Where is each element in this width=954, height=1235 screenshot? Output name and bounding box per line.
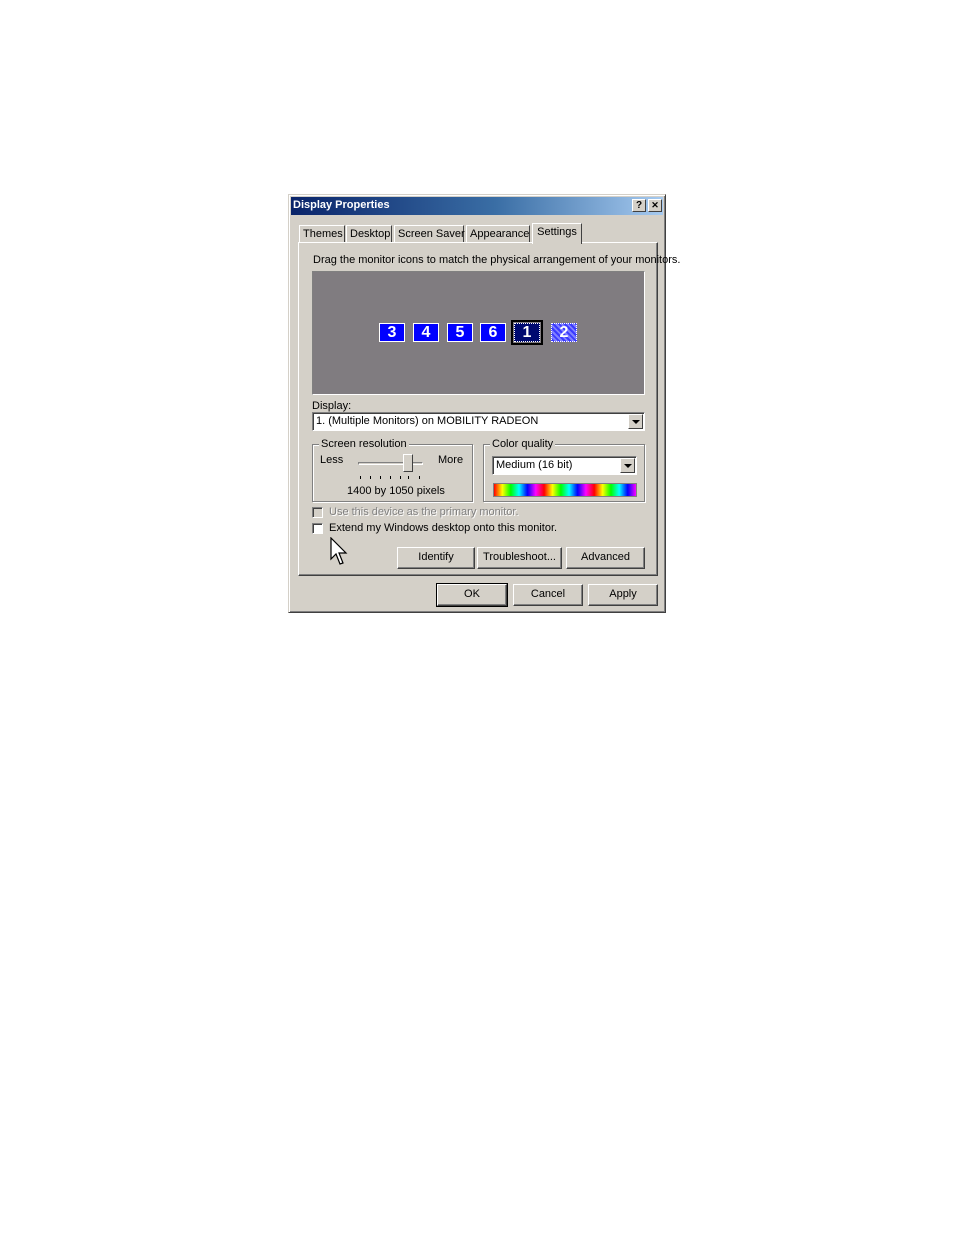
- color-quality-value: Medium (16 bit): [496, 459, 573, 471]
- slider-tick: [419, 476, 420, 479]
- chevron-down-icon[interactable]: [628, 414, 643, 429]
- troubleshoot-button[interactable]: Troubleshoot...: [477, 547, 562, 569]
- color-quality-group: Color quality Medium (16 bit): [483, 438, 645, 502]
- display-label: Display:: [312, 400, 352, 412]
- settings-panel: Drag the monitor icons to match the phys…: [298, 242, 680, 576]
- chevron-down-icon[interactable]: [620, 458, 635, 473]
- tab-settings[interactable]: Settings: [532, 223, 582, 244]
- help-button[interactable]: ?: [632, 199, 646, 212]
- tab-appearance[interactable]: Appearance: [466, 225, 530, 243]
- screen-resolution-group: Screen resolution Less More 1400 by 1050…: [312, 438, 473, 502]
- monitor-icon-3[interactable]: 3: [379, 323, 405, 342]
- tab-desktop[interactable]: Desktop: [346, 225, 392, 243]
- close-button[interactable]: ✕: [648, 199, 662, 212]
- slider-tick: [390, 476, 391, 479]
- cancel-button[interactable]: Cancel: [513, 584, 583, 606]
- resolution-slider-track[interactable]: [358, 462, 423, 465]
- monitor-icon-1[interactable]: 1: [511, 320, 543, 345]
- color-quality-select[interactable]: Medium (16 bit): [492, 456, 637, 475]
- display-select[interactable]: 1. (Multiple Monitors) on MOBILITY RADEO…: [312, 412, 645, 431]
- primary-monitor-label: Use this device as the primary monitor.: [329, 506, 519, 518]
- monitor-icon-5[interactable]: 5: [447, 323, 473, 342]
- monitor-icon-4[interactable]: 4: [413, 323, 439, 342]
- tab-screen-saver[interactable]: Screen Saver: [394, 225, 465, 243]
- extend-desktop-checkbox[interactable]: [312, 523, 323, 534]
- title-bar[interactable]: Display Properties ? ✕: [291, 197, 663, 215]
- dialog-title: Display Properties: [293, 199, 390, 211]
- slider-tick: [408, 476, 409, 479]
- screen-resolution-legend: Screen resolution: [319, 438, 409, 450]
- slider-tick: [360, 476, 361, 479]
- slider-tick: [380, 476, 381, 479]
- color-spectrum-bar: [493, 483, 637, 497]
- identify-button[interactable]: Identify: [397, 547, 475, 569]
- slider-tick: [400, 476, 401, 479]
- monitor-icon-2[interactable]: 2: [551, 323, 577, 342]
- apply-button[interactable]: Apply: [588, 584, 658, 606]
- primary-monitor-checkbox[interactable]: [312, 507, 323, 518]
- monitor-icon-6[interactable]: 6: [480, 323, 506, 342]
- resolution-slider-thumb[interactable]: [403, 454, 413, 472]
- display-select-value: 1. (Multiple Monitors) on MOBILITY RADEO…: [316, 415, 539, 427]
- close-icon: ✕: [651, 200, 659, 210]
- resolution-more-label: More: [438, 454, 464, 466]
- advanced-button[interactable]: Advanced: [566, 547, 645, 569]
- arrangement-instruction: Drag the monitor icons to match the phys…: [313, 254, 681, 266]
- resolution-value: 1400 by 1050 pixels: [347, 485, 445, 497]
- resolution-less-label: Less: [320, 454, 344, 466]
- monitor-arrangement-area: 3 4 5 6 1 2: [312, 271, 645, 395]
- ok-button[interactable]: OK: [436, 583, 508, 607]
- extend-desktop-label[interactable]: Extend my Windows desktop onto this moni…: [329, 522, 557, 534]
- color-quality-legend: Color quality: [490, 438, 556, 450]
- tab-themes[interactable]: Themes: [299, 225, 345, 243]
- slider-tick: [370, 476, 371, 479]
- display-properties-dialog: Display Properties ? ✕ Themes Desktop Sc…: [288, 194, 680, 613]
